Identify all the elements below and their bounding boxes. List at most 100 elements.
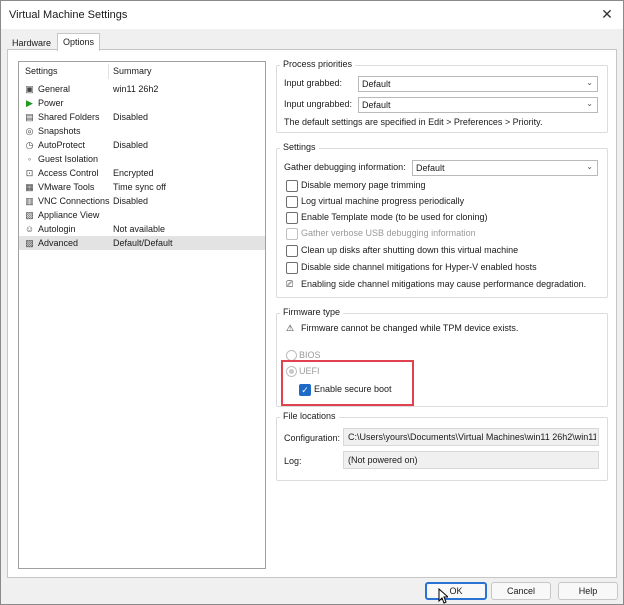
- debug-info-select[interactable]: Default ⌄: [412, 160, 598, 176]
- debug-info-label: Gather debugging information:: [284, 162, 406, 172]
- list-item-name: Advanced: [38, 238, 79, 248]
- input-grabbed-label: Input grabbed:: [284, 78, 343, 88]
- list-item-name: General: [38, 84, 71, 94]
- input-grabbed-select[interactable]: Default ⌄: [358, 76, 598, 92]
- select-value: Default: [362, 79, 391, 89]
- clock-icon: ◷: [25, 140, 34, 150]
- list-item-name: Power: [38, 98, 64, 108]
- input-ungrabbed-select[interactable]: Default ⌄: [358, 97, 598, 113]
- priority-note: The default settings are specified in Ed…: [284, 117, 543, 127]
- list-item-name: Shared Folders: [38, 112, 100, 122]
- group-title: Settings: [280, 142, 319, 152]
- settings-group: Settings Gather debugging information: D…: [276, 142, 608, 298]
- list-item-summary: win11 26h2: [113, 84, 159, 94]
- checkbox-box[interactable]: [286, 180, 298, 192]
- group-title: Process priorities: [280, 59, 356, 69]
- power-play-icon: ▶: [26, 98, 33, 108]
- list-item-appliance-view[interactable]: ▧ Appliance View: [19, 208, 265, 222]
- tab-options[interactable]: Options: [57, 33, 101, 51]
- side-channel-warning: Enabling side channel mitigations may ca…: [301, 279, 587, 289]
- list-item-name: VNC Connections: [38, 196, 110, 206]
- checkbox-box[interactable]: [286, 196, 298, 208]
- column-divider[interactable]: [108, 64, 109, 79]
- isolation-icon: ◦: [27, 154, 32, 164]
- help-button[interactable]: Help: [558, 582, 618, 600]
- log-label: Log:: [284, 456, 302, 466]
- annotation-highlight-box: [281, 360, 414, 406]
- checkbox-box: [286, 228, 298, 240]
- log-path: (Not powered on): [348, 455, 418, 465]
- vm-icon: ▦: [25, 182, 34, 192]
- ok-button[interactable]: OK: [425, 582, 487, 600]
- settings-column-header[interactable]: Settings: [25, 66, 58, 76]
- bios-label: BIOS: [299, 350, 321, 360]
- log-path-field[interactable]: (Not powered on): [343, 451, 599, 469]
- lock-icon: ⊡: [25, 168, 34, 178]
- advanced-icon: ▨: [25, 238, 34, 248]
- list-item-name: Guest Isolation: [38, 154, 99, 164]
- snapshot-icon: ◎: [25, 126, 34, 136]
- checkbox-box[interactable]: [286, 245, 298, 257]
- chevron-down-icon: ⌄: [586, 78, 593, 87]
- mouse-pointer-icon: [438, 588, 448, 604]
- select-value: Default: [416, 163, 445, 173]
- list-item-summary: Disabled: [113, 196, 149, 206]
- virtual-machine-settings-dialog: Virtual Machine Settings ✕ Hardware Opti…: [0, 0, 624, 605]
- list-item-autologin[interactable]: ☺ Autologin Not available: [19, 222, 265, 236]
- list-item-summary: Disabled: [113, 140, 149, 150]
- list-item-power[interactable]: ▶ Power: [19, 96, 265, 110]
- checkbox-label: Gather verbose USB debugging information: [301, 228, 476, 238]
- window-title: Virtual Machine Settings: [9, 9, 128, 21]
- list-item-summary: Default/Default: [113, 238, 173, 248]
- select-value: Default: [362, 100, 391, 110]
- input-ungrabbed-label: Input ungrabbed:: [284, 99, 353, 109]
- checkbox-label: Enable Template mode (to be used for clo…: [301, 212, 488, 222]
- list-item-summary: Not available: [113, 224, 166, 234]
- warning-icon: ⚠: [286, 323, 295, 333]
- group-title: Firmware type: [280, 307, 344, 317]
- list-item-autoprotect[interactable]: ◷ AutoProtect Disabled: [19, 138, 265, 152]
- list-item-name: Autologin: [38, 224, 76, 234]
- general-icon: ▣: [25, 84, 34, 94]
- cancel-button[interactable]: Cancel: [491, 582, 551, 600]
- checkbox-label: Disable side channel mitigations for Hyp…: [301, 262, 537, 272]
- info-icon: ⎚: [286, 279, 294, 289]
- list-item-vnc-connections[interactable]: ▥ VNC Connections Disabled: [19, 194, 265, 208]
- list-item-advanced[interactable]: ▨ Advanced Default/Default: [19, 236, 265, 250]
- tab-bar: Hardware Options: [7, 33, 617, 51]
- list-item-summary: Time sync off: [113, 182, 167, 192]
- checkbox-box[interactable]: [286, 212, 298, 224]
- checkbox-label: Log virtual machine progress periodicall…: [301, 196, 465, 206]
- file-locations-group: File locations Configuration: C:\Users\y…: [276, 411, 608, 481]
- process-priorities-group: Process priorities Input grabbed: Defaul…: [276, 59, 608, 133]
- list-item-shared-folders[interactable]: ▤ Shared Folders Disabled: [19, 110, 265, 124]
- firmware-warning: Firmware cannot be changed while TPM dev…: [301, 323, 519, 333]
- folder-icon: ▤: [25, 112, 34, 122]
- configuration-label: Configuration:: [284, 433, 341, 443]
- list-item-name: Access Control: [38, 168, 99, 178]
- list-item-snapshots[interactable]: ◎ Snapshots: [19, 124, 265, 138]
- list-item-access-control[interactable]: ⊡ Access Control Encrypted: [19, 166, 265, 180]
- list-item-name: Snapshots: [38, 126, 81, 136]
- list-item-name: Appliance View: [38, 210, 100, 220]
- checkbox-label: Disable memory page trimming: [301, 180, 426, 190]
- list-item-guest-isolation[interactable]: ◦ Guest Isolation: [19, 152, 265, 166]
- group-title: File locations: [280, 411, 339, 421]
- configuration-path-field[interactable]: C:\Users\yours\Documents\Virtual Machine…: [343, 428, 599, 446]
- chevron-down-icon: ⌄: [586, 99, 593, 108]
- close-icon[interactable]: ✕: [599, 6, 615, 22]
- list-item-name: VMware Tools: [38, 182, 95, 192]
- list-item-vmware-tools[interactable]: ▦ VMware Tools Time sync off: [19, 180, 265, 194]
- appliance-icon: ▧: [25, 210, 34, 220]
- settings-list[interactable]: Settings Summary ▣ General win11 26h2 ▶ …: [18, 61, 266, 569]
- list-item-summary: Disabled: [113, 112, 149, 122]
- list-item-summary: Encrypted: [113, 168, 154, 178]
- network-icon: ▥: [25, 196, 34, 206]
- list-item-name: AutoProtect: [38, 140, 86, 150]
- checkbox-box[interactable]: [286, 262, 298, 274]
- list-item-general[interactable]: ▣ General win11 26h2: [19, 82, 265, 96]
- summary-column-header[interactable]: Summary: [113, 66, 152, 76]
- configuration-path: C:\Users\yours\Documents\Virtual Machine…: [348, 432, 596, 442]
- title-bar: Virtual Machine Settings ✕: [1, 1, 623, 29]
- user-icon: ☺: [24, 224, 35, 234]
